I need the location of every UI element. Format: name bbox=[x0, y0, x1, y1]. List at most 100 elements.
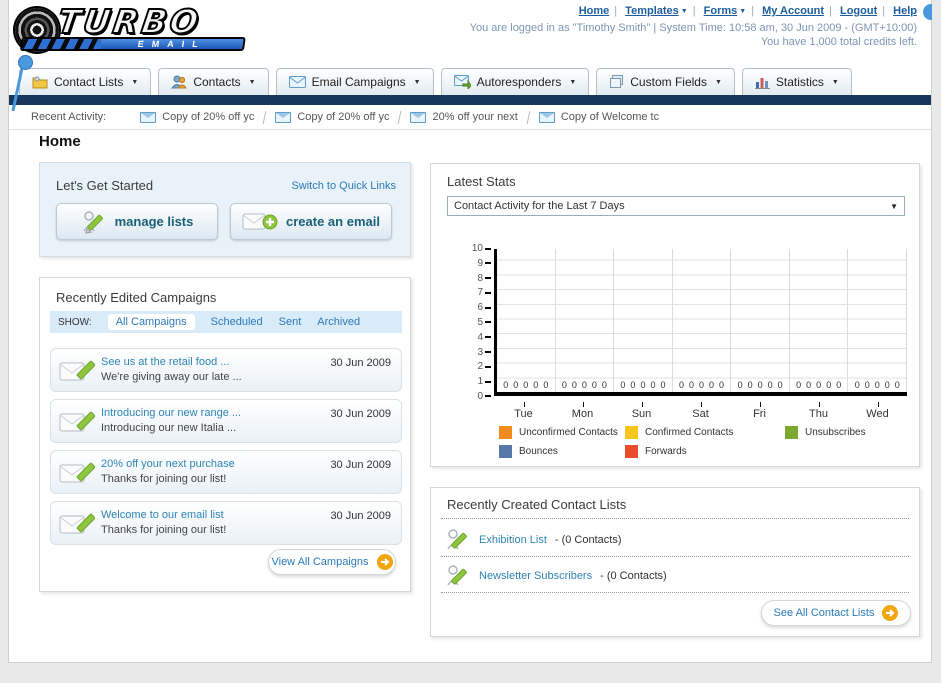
value-label: 0 bbox=[561, 380, 567, 390]
value-label: 0 bbox=[836, 380, 842, 390]
list-pencil-icon bbox=[447, 529, 467, 550]
latest-stats-panel: Latest Stats Contact Activity for the La… bbox=[430, 163, 920, 467]
nav-link-my-account[interactable]: My Account bbox=[762, 5, 824, 17]
value-label: 0 bbox=[601, 380, 607, 390]
value-label: 0 bbox=[543, 380, 549, 390]
y-tick: 0 bbox=[459, 391, 491, 402]
x-tick-label: Fri bbox=[730, 402, 789, 420]
logo-bar: EMAIL bbox=[19, 37, 246, 51]
stats-period-select[interactable]: Contact Activity for the Last 7 Days ▼ bbox=[447, 196, 905, 216]
dotted-divider bbox=[441, 556, 909, 557]
chart-legend: Unconfirmed Contacts Confirmed Contacts Un… bbox=[499, 426, 866, 458]
filter-sent[interactable]: Sent bbox=[279, 316, 302, 328]
value-label: 0 bbox=[581, 380, 587, 390]
recent-activity-item[interactable]: 20% off your next bbox=[400, 111, 527, 123]
manage-lists-button[interactable]: manage lists bbox=[56, 203, 218, 240]
contact-list-item[interactable]: Exhibition List - (0 Contacts) bbox=[445, 526, 622, 554]
filter-archived[interactable]: Archived bbox=[317, 316, 360, 328]
value-label: 0 bbox=[523, 380, 529, 390]
value-label: 0 bbox=[660, 380, 666, 390]
x-tick-label: Thu bbox=[789, 402, 848, 420]
recent-activity-item[interactable]: Copy of Welcome tc bbox=[529, 111, 669, 123]
tab-autoresponders[interactable]: Autoresponders ▼ bbox=[440, 68, 590, 96]
campaigns-filterbar: SHOW: All Campaigns Scheduled Sent Archi… bbox=[50, 311, 402, 333]
envelope-plus-icon bbox=[242, 213, 278, 229]
nav-link-help[interactable]: Help bbox=[893, 5, 917, 17]
campaign-row[interactable]: Introducing our new range ... Introducing… bbox=[50, 399, 402, 443]
envelope-icon bbox=[538, 111, 555, 123]
recent-activity-item[interactable]: Copy of 20% off yc bbox=[265, 111, 399, 123]
y-axis: 10 9 8 7 6 5 4 3 2 1 0 bbox=[459, 243, 491, 402]
campaign-subtitle: Introducing our new Italia ... bbox=[101, 422, 237, 434]
folder-contact-icon bbox=[32, 76, 48, 89]
envelope-pencil-icon bbox=[59, 411, 95, 432]
legend-swatch bbox=[785, 426, 798, 439]
chevron-down-icon: ▼ bbox=[248, 78, 256, 86]
legend-swatch bbox=[625, 445, 638, 458]
y-tick: 5 bbox=[459, 317, 491, 328]
contact-lists-panel: Recently Created Contact Lists Exhibitio… bbox=[430, 487, 920, 637]
switch-quick-links[interactable]: Switch to Quick Links bbox=[291, 180, 396, 192]
y-tick: 9 bbox=[459, 258, 491, 269]
nav-link-forms[interactable]: Forms bbox=[704, 5, 738, 17]
contact-list-link[interactable]: Newsletter Subscribers bbox=[479, 570, 592, 582]
logo-subtitle: EMAIL bbox=[137, 39, 207, 49]
contact-list-item[interactable]: Newsletter Subscribers - (0 Contacts) bbox=[445, 562, 667, 590]
legend-swatch bbox=[499, 426, 512, 439]
tab-contact-lists[interactable]: Contact Lists ▼ bbox=[19, 68, 152, 96]
value-label: 0 bbox=[591, 380, 597, 390]
chevron-down-icon: ▼ bbox=[680, 8, 688, 15]
logo: TURBO EMAIL bbox=[7, 1, 263, 58]
view-all-campaigns-button[interactable]: View All Campaigns bbox=[268, 549, 396, 575]
campaign-row[interactable]: Welcome to our email list Thanks for join… bbox=[50, 501, 402, 545]
legend-item: Confirmed Contacts bbox=[625, 426, 785, 439]
filter-all-campaigns[interactable]: All Campaigns bbox=[107, 314, 195, 330]
filter-scheduled[interactable]: Scheduled bbox=[211, 316, 263, 328]
campaign-row[interactable]: See us at the retail food ... We're givin… bbox=[50, 348, 402, 392]
x-tick-label: Tue bbox=[494, 402, 553, 420]
plot-area: 00000000000000000000000000000000000 bbox=[494, 249, 908, 396]
nav-divider-bar bbox=[9, 95, 931, 105]
value-label: 0 bbox=[747, 380, 753, 390]
nav-link-home[interactable]: Home bbox=[579, 5, 610, 17]
tab-statistics[interactable]: Statistics ▼ bbox=[741, 68, 852, 96]
see-all-contact-lists-button[interactable]: See All Contact Lists bbox=[761, 600, 911, 626]
nav-link-logout[interactable]: Logout bbox=[840, 5, 877, 17]
campaign-date: 30 Jun 2009 bbox=[330, 408, 391, 420]
arrow-right-icon bbox=[376, 554, 393, 570]
tab-custom-fields[interactable]: Custom Fields ▼ bbox=[596, 68, 735, 96]
create-email-button[interactable]: create an email bbox=[230, 203, 392, 240]
value-label: 0 bbox=[513, 380, 519, 390]
campaign-title-link[interactable]: Welcome to our email list bbox=[101, 508, 226, 523]
envelope-pencil-icon bbox=[59, 462, 95, 483]
y-tick: 2 bbox=[459, 361, 491, 372]
campaign-title-link[interactable]: Introducing our new range ... bbox=[101, 406, 241, 421]
nav-link-templates[interactable]: Templates bbox=[625, 5, 679, 17]
y-tick: 8 bbox=[459, 273, 491, 284]
value-label: 0 bbox=[699, 380, 705, 390]
envelope-pencil-icon bbox=[59, 513, 95, 534]
value-label: 0 bbox=[689, 380, 695, 390]
chevron-down-icon: ▼ bbox=[131, 78, 139, 86]
campaign-subtitle: We're giving away our late ... bbox=[101, 371, 242, 383]
day-group: 00000 bbox=[731, 249, 790, 392]
campaign-row[interactable]: 20% off your next purchase Thanks for joi… bbox=[50, 450, 402, 494]
x-tick-label: Sun bbox=[612, 402, 671, 420]
legend-item: Unconfirmed Contacts bbox=[499, 426, 625, 439]
value-label: 0 bbox=[650, 380, 656, 390]
people-icon bbox=[171, 75, 188, 89]
tab-email-campaigns[interactable]: Email Campaigns ▼ bbox=[275, 68, 434, 96]
envelope-icon bbox=[140, 111, 157, 123]
day-group: 00000 bbox=[848, 249, 908, 392]
campaign-subtitle: Thanks for joining our list! bbox=[101, 524, 227, 536]
x-axis: Tue Mon Sun Sat Fri Thu Wed bbox=[494, 402, 907, 420]
campaign-title-link[interactable]: See us at the retail food ... bbox=[101, 355, 242, 370]
campaign-title-link[interactable]: 20% off your next purchase bbox=[101, 457, 235, 472]
value-label: 0 bbox=[816, 380, 822, 390]
tab-contacts[interactable]: Contacts ▼ bbox=[158, 68, 269, 96]
contact-list-link[interactable]: Exhibition List bbox=[479, 534, 547, 546]
recent-activity-item[interactable]: Copy of 20% off yc bbox=[130, 111, 264, 123]
value-label: 0 bbox=[571, 380, 577, 390]
y-tick: 3 bbox=[459, 347, 491, 358]
dotted-divider bbox=[441, 518, 909, 519]
